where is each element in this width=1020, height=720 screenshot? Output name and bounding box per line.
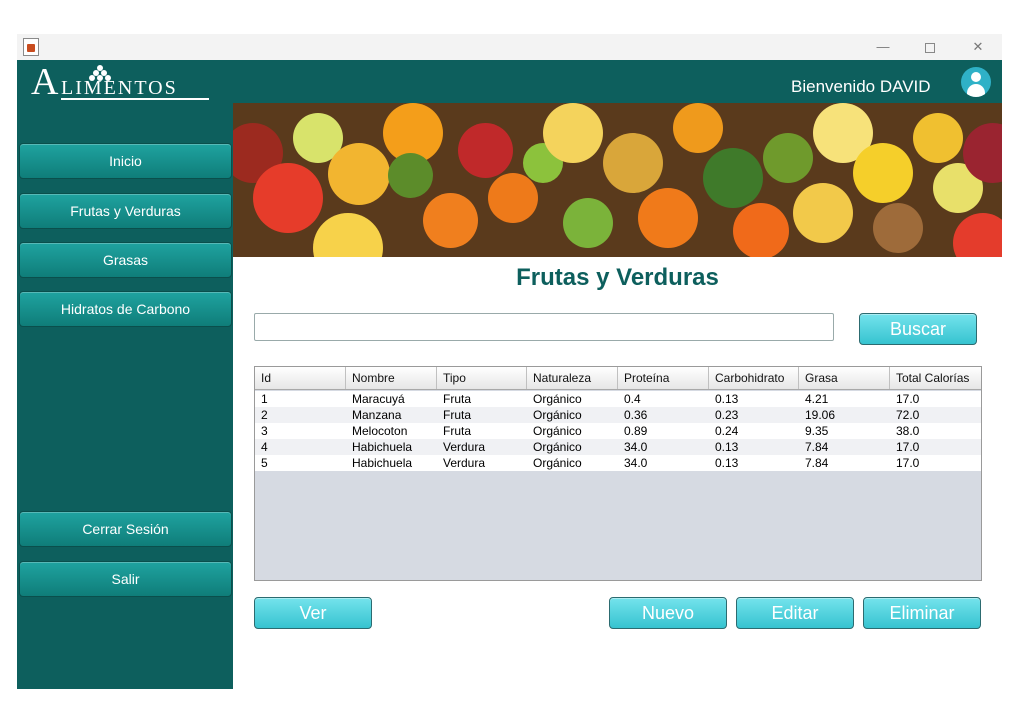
delete-button[interactable]: Eliminar	[863, 597, 981, 629]
table-row[interactable]: 1 Maracuyá Fruta Orgánico 0.4 0.13 4.21 …	[255, 391, 981, 407]
logo-initial: A	[31, 61, 59, 103]
table-cell: Melocoton	[352, 424, 408, 438]
new-button[interactable]: Nuevo	[609, 597, 727, 629]
page-title: Frutas y Verduras	[516, 264, 719, 291]
table-cell: 34.0	[624, 440, 648, 454]
minimize-button[interactable]: —	[860, 34, 906, 60]
view-button[interactable]: Ver	[254, 597, 372, 629]
column-header-tipo[interactable]: Tipo	[437, 367, 527, 389]
column-header-nombre[interactable]: Nombre	[346, 367, 437, 389]
table-cell: 17.0	[896, 392, 920, 406]
sidebar-item-inicio[interactable]: Inicio	[19, 143, 232, 179]
table-row[interactable]: 3 Melocoton Fruta Orgánico 0.89 0.24 9.3…	[255, 423, 981, 439]
table-cell: 5	[261, 456, 268, 470]
table-cell: 2	[261, 408, 268, 422]
table-cell: 7.84	[805, 440, 829, 454]
table-cell: 0.23	[715, 408, 739, 422]
table-cell: Verdura	[443, 440, 486, 454]
close-window-button[interactable]: ✕	[955, 34, 1001, 60]
logo-text: LIMENTOS	[61, 77, 178, 99]
table-cell: Orgánico	[533, 392, 582, 406]
table-cell: 1	[261, 392, 268, 406]
column-header-naturaleza[interactable]: Naturaleza	[527, 367, 618, 389]
column-header-total-calorias[interactable]: Total Calorías	[890, 367, 981, 389]
java-app-icon	[23, 38, 39, 56]
title-bar: — ✕	[17, 34, 1002, 60]
table-cell: 17.0	[896, 440, 920, 454]
table-cell: 0.36	[624, 408, 648, 422]
table-cell: 4.21	[805, 392, 829, 406]
table-cell: 0.4	[624, 392, 641, 406]
foods-table: Id Nombre Tipo Naturaleza Proteína Carbo…	[254, 366, 982, 581]
table-cell: 0.13	[715, 392, 739, 406]
sidebar-item-hidratos[interactable]: Hidratos de Carbono	[19, 291, 232, 327]
exit-button[interactable]: Salir	[19, 561, 232, 597]
maximize-button[interactable]	[907, 34, 953, 60]
table-cell: 0.13	[715, 456, 739, 470]
sidebar: A LIMENTOS Inicio Frutas y Verduras Gras…	[17, 60, 233, 689]
fruits-banner-image	[233, 103, 1002, 257]
sidebar-item-grasas[interactable]: Grasas	[19, 242, 232, 278]
welcome-text: Bienvenido DAVID	[791, 77, 931, 96]
table-cell: Fruta	[443, 424, 472, 438]
table-cell: 0.89	[624, 424, 648, 438]
app-window: — ✕ Bienvenido DAVID A LIMENTOS Inicio F…	[17, 34, 1002, 689]
table-cell: Orgánico	[533, 424, 582, 438]
logout-button[interactable]: Cerrar Sesión	[19, 511, 232, 547]
table-cell: 4	[261, 440, 268, 454]
table-cell: 19.06	[805, 408, 836, 422]
table-cell: Verdura	[443, 456, 486, 470]
user-icon[interactable]	[961, 67, 991, 97]
column-header-id[interactable]: Id	[255, 367, 346, 389]
table-cell: Manzana	[352, 408, 402, 422]
search-input[interactable]	[254, 313, 834, 341]
search-button[interactable]: Buscar	[859, 313, 977, 345]
table-header: Id Nombre Tipo Naturaleza Proteína Carbo…	[255, 367, 981, 390]
column-header-grasa[interactable]: Grasa	[799, 367, 890, 389]
table-cell: 72.0	[896, 408, 920, 422]
table-cell: Orgánico	[533, 440, 582, 454]
app-logo: A LIMENTOS	[31, 61, 209, 103]
table-cell: 17.0	[896, 456, 920, 470]
edit-button[interactable]: Editar	[736, 597, 854, 629]
table-cell: 9.35	[805, 424, 829, 438]
table-cell: 0.24	[715, 424, 739, 438]
table-cell: Habichuela	[352, 456, 413, 470]
column-header-carbohidrato[interactable]: Carbohidrato	[709, 367, 799, 389]
table-row[interactable]: 5 Habichuela Verdura Orgánico 34.0 0.13 …	[255, 455, 981, 471]
maximize-icon	[925, 42, 935, 53]
table-cell: Habichuela	[352, 440, 413, 454]
column-header-proteina[interactable]: Proteína	[618, 367, 709, 389]
table-cell: 3	[261, 424, 268, 438]
table-cell: 0.13	[715, 440, 739, 454]
table-cell: 7.84	[805, 456, 829, 470]
table-cell: Orgánico	[533, 456, 582, 470]
sidebar-item-frutas-verduras[interactable]: Frutas y Verduras	[19, 193, 232, 229]
table-cell: Fruta	[443, 392, 472, 406]
table-cell: Maracuyá	[352, 392, 405, 406]
table-cell: 34.0	[624, 456, 648, 470]
table-row[interactable]: 2 Manzana Fruta Orgánico 0.36 0.23 19.06…	[255, 407, 981, 423]
table-row[interactable]: 4 Habichuela Verdura Orgánico 34.0 0.13 …	[255, 439, 981, 455]
table-cell: Orgánico	[533, 408, 582, 422]
table-cell: 38.0	[896, 424, 920, 438]
table-cell: Fruta	[443, 408, 472, 422]
